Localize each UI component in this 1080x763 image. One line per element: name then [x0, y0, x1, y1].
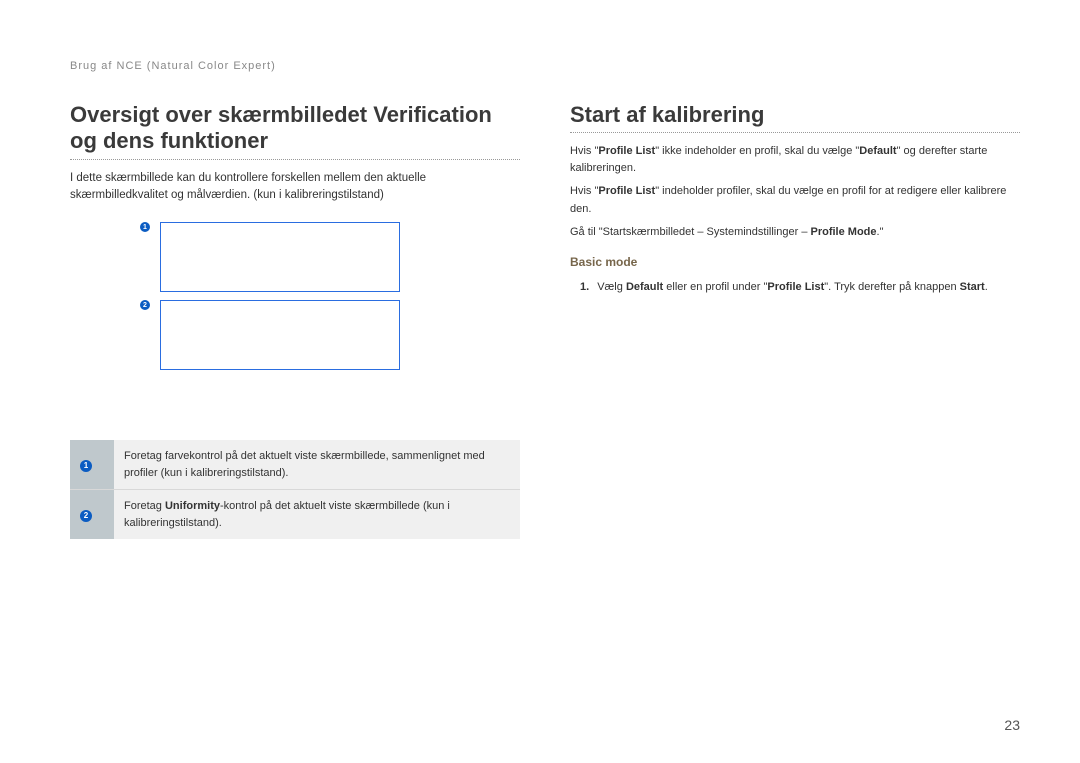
legend-table: 1 Foretag farvekontrol på det aktuelt vi…	[70, 440, 520, 539]
right-column: Start af kalibrering Hvis "Profile List"…	[570, 102, 1020, 539]
step-1-number: 1.	[580, 279, 589, 296]
verification-diagram: 1 2	[70, 222, 520, 370]
step-1: 1. Vælg Default eller en profil under "P…	[570, 279, 1020, 296]
right-para-1: Hvis "Profile List" ikke indeholder en p…	[570, 143, 1020, 177]
page-number: 23	[1004, 717, 1020, 733]
title-divider-right	[570, 132, 1020, 133]
left-column: Oversigt over skærmbilledet Verification…	[70, 102, 520, 539]
left-title: Oversigt over skærmbilledet Verification…	[70, 102, 520, 155]
diagram-box-2	[160, 300, 400, 370]
legend-row-1: 1 Foretag farvekontrol på det aktuelt vi…	[70, 440, 520, 490]
step-1-text: Vælg Default eller en profil under "Prof…	[597, 279, 988, 296]
legend-marker-2: 2	[80, 510, 92, 522]
right-title: Start af kalibrering	[570, 102, 1020, 128]
legend-row-2: 2 Foretag Uniformity-kontrol på det aktu…	[70, 490, 520, 540]
right-para-3: Gå til "Startskærmbilledet – Systemindst…	[570, 224, 1020, 241]
legend-marker-1: 1	[80, 460, 92, 472]
breadcrumb: Brug af NCE (Natural Color Expert)	[70, 60, 1020, 72]
legend-desc-2: Foretag Uniformity-kontrol på det aktuel…	[114, 490, 520, 540]
diagram-marker-1: 1	[140, 222, 150, 232]
legend-desc-2-bold: Uniformity	[165, 500, 220, 512]
diagram-box-1	[160, 222, 400, 292]
title-divider	[70, 159, 520, 160]
diagram-marker-2: 2	[140, 300, 150, 310]
right-para-2: Hvis "Profile List" indeholder profiler,…	[570, 183, 1020, 217]
left-intro: I dette skærmbillede kan du kontrollere …	[70, 170, 520, 205]
legend-desc-2-a: Foretag	[124, 500, 165, 512]
basic-mode-heading: Basic mode	[570, 255, 1020, 269]
legend-desc-1: Foretag farvekontrol på det aktuelt vist…	[114, 440, 520, 490]
